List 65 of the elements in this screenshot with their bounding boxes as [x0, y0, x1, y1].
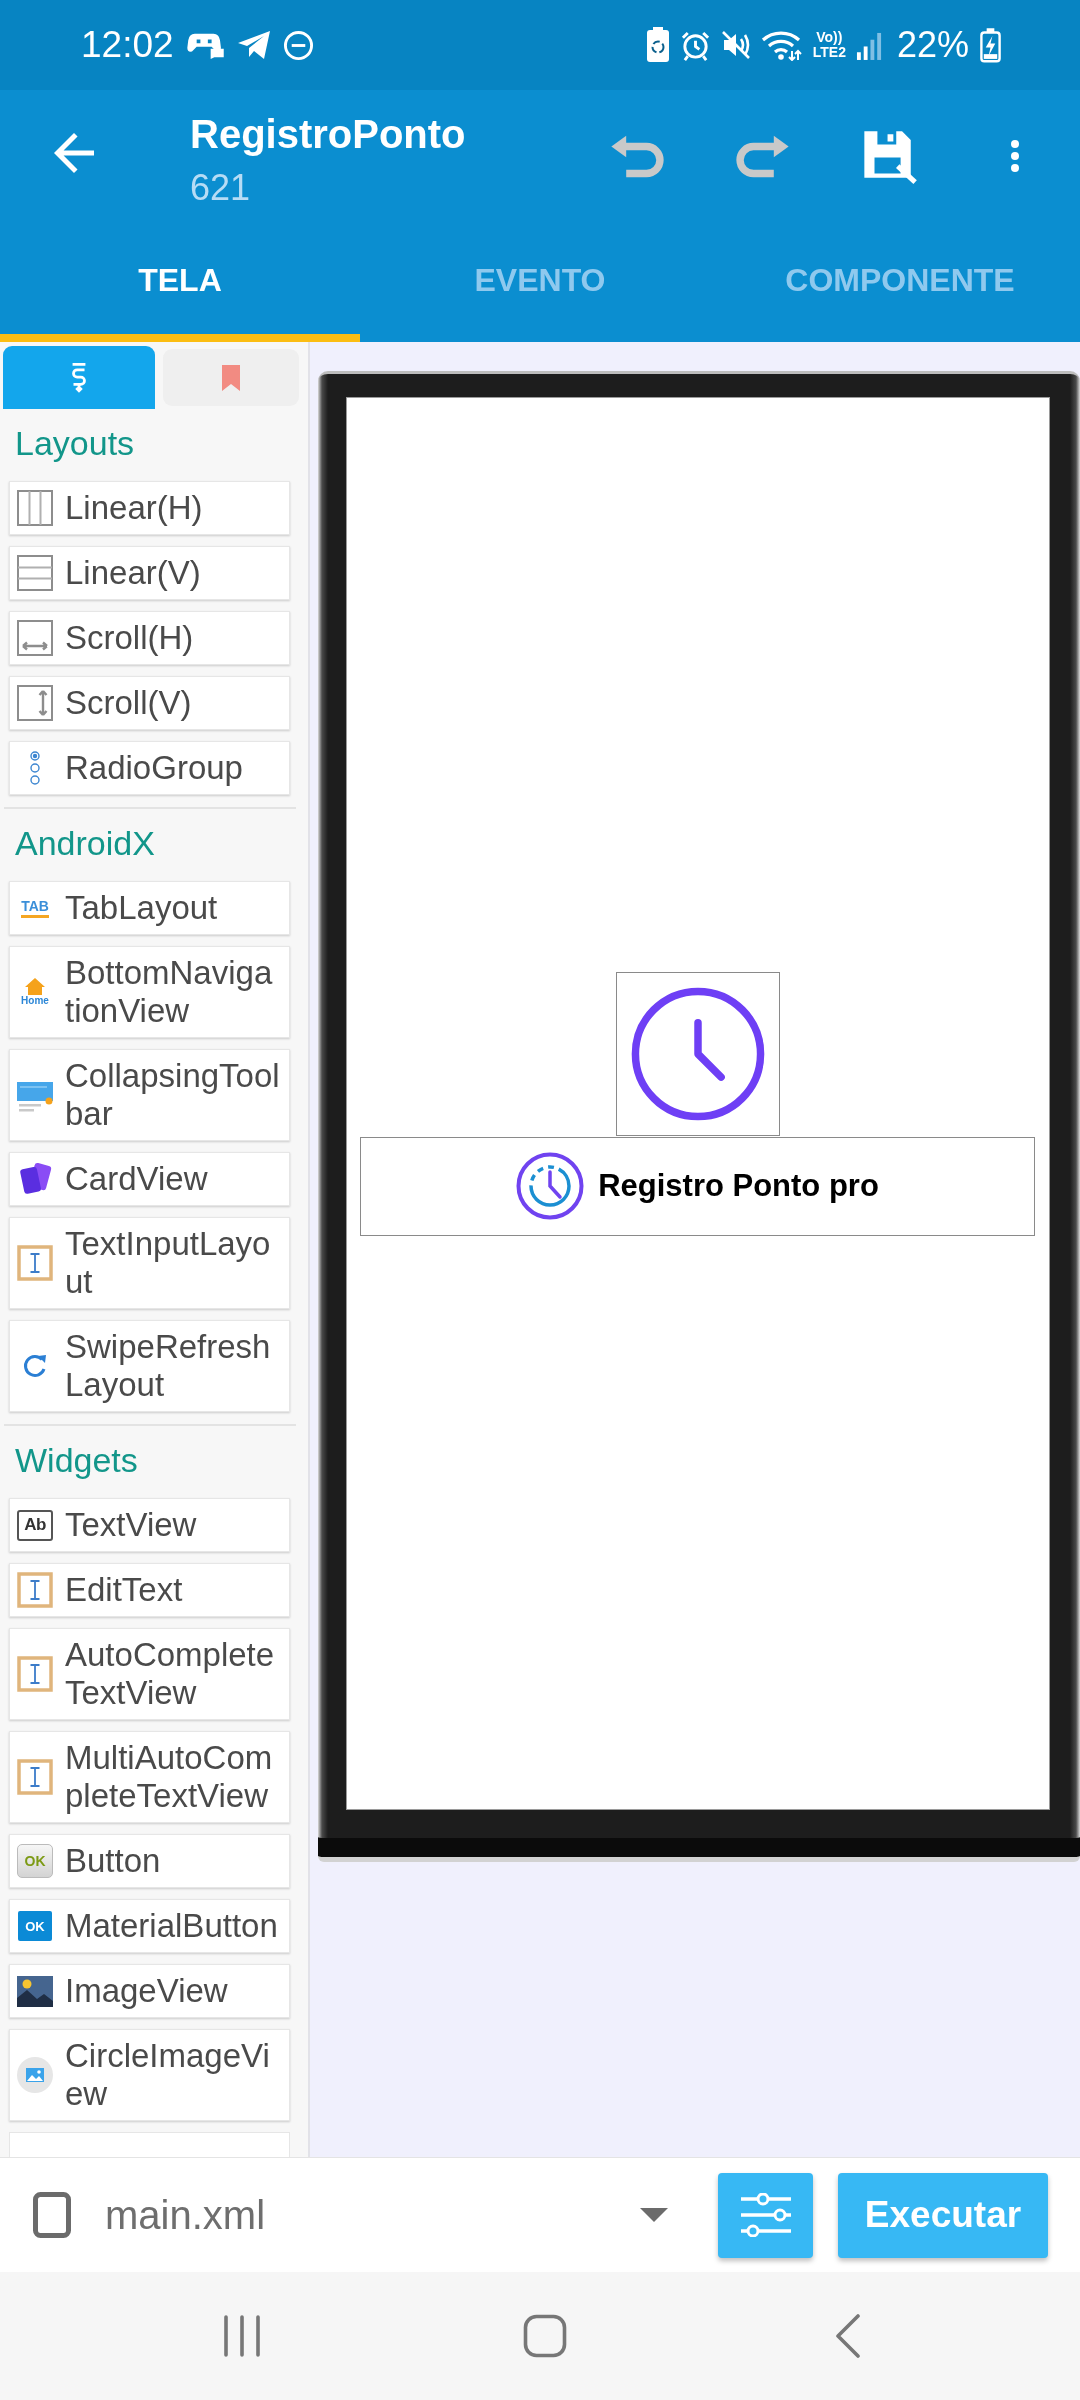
palette-item[interactable]: CardView: [9, 1152, 290, 1206]
file-selector[interactable]: main.xml: [20, 2170, 680, 2260]
project-id: 621: [190, 166, 251, 210]
round-image-icon: [17, 2057, 53, 2093]
text-cursor-icon: [17, 1572, 53, 1608]
palette-item[interactable]: MultiAutoCompleteTextView: [9, 1731, 290, 1823]
text-icon: Ab: [17, 1509, 53, 1541]
project-title: RegistroPonto: [190, 111, 466, 158]
clock-icon: [516, 1152, 585, 1220]
clock-icon: [630, 985, 766, 1122]
palette-item[interactable]: Linear(H): [9, 481, 290, 535]
palette-item[interactable]: SwipeRefreshLayout: [9, 1320, 290, 1412]
ok-button-icon: OK: [18, 1911, 52, 1941]
landscape-icon: [17, 1973, 53, 2009]
palette-item[interactable]: TextInputLayout: [9, 1217, 290, 1309]
preview-button[interactable]: Registro Ponto pro: [360, 1136, 1035, 1236]
properties-button[interactable]: [718, 2172, 813, 2258]
signal-icon: [855, 30, 883, 60]
radio-buttons-icon: [29, 751, 41, 785]
palette-item[interactable]: AutoCompleteTextView: [9, 1628, 290, 1720]
palette-item[interactable]: Home BottomNavigationView: [9, 946, 290, 1038]
alarm-icon: [679, 29, 711, 61]
cards-icon: [17, 1161, 53, 1197]
palette-item[interactable]: Scroll(H): [9, 611, 290, 665]
back-arrow-icon: [54, 133, 94, 173]
palette-item[interactable]: RadioGroup: [9, 741, 290, 795]
ok-button-icon: OK: [17, 1844, 53, 1878]
battery-percent: 22%: [896, 24, 969, 66]
section-header: AndroidX: [15, 824, 155, 862]
palette-item[interactable]: OK Button: [9, 1834, 290, 1888]
palette-item[interactable]: EditText: [9, 1563, 290, 1617]
section-header: Layouts: [15, 424, 135, 462]
text-cursor-icon: [17, 1759, 53, 1795]
palette-item[interactable]: Scroll(V): [9, 676, 290, 730]
network-indicator: Vo)) LTE2: [812, 30, 846, 60]
section-header: Widgets: [15, 1441, 138, 1479]
home-icon: [523, 2314, 567, 2358]
sliders-icon: [739, 2193, 792, 2237]
text-cursor-icon: [17, 1656, 53, 1692]
palette-item[interactable]: OK MaterialButton: [9, 1899, 290, 1953]
palette-tab[interactable]: [163, 349, 299, 406]
phone-icon: [33, 2192, 71, 2238]
palette-item[interactable]: Linear(V): [9, 546, 290, 600]
palette-item[interactable]: CircleImageView: [9, 2029, 290, 2121]
rows-icon: [17, 555, 53, 591]
palette-item[interactable]: TAB TabLayout: [9, 881, 290, 935]
dropdown-icon: [640, 2208, 668, 2222]
tab[interactable]: TELA: [0, 245, 360, 342]
recents-icon: [223, 2315, 261, 2357]
wifi-icon: [760, 29, 803, 61]
columns-icon: [17, 490, 53, 526]
status-time: 12:02: [81, 24, 174, 66]
back-icon: [835, 2314, 861, 2358]
palette-item[interactable]: ImageView: [9, 1964, 290, 2018]
palette-tab[interactable]: [3, 346, 155, 409]
do-not-disturb-icon: [282, 29, 314, 61]
preview-image-view[interactable]: [616, 971, 780, 1136]
palette-item[interactable]: CollapsingToolbar: [9, 1049, 290, 1141]
paper-plane-icon: [236, 30, 271, 60]
game-controller-icon: [186, 31, 225, 59]
battery-saver-icon: [645, 27, 670, 63]
mute-icon: [720, 29, 751, 61]
text-cursor-icon: [17, 1245, 53, 1281]
palette-item[interactable]: Ab TextView: [9, 1498, 290, 1552]
bookmark-icon: [222, 364, 240, 391]
